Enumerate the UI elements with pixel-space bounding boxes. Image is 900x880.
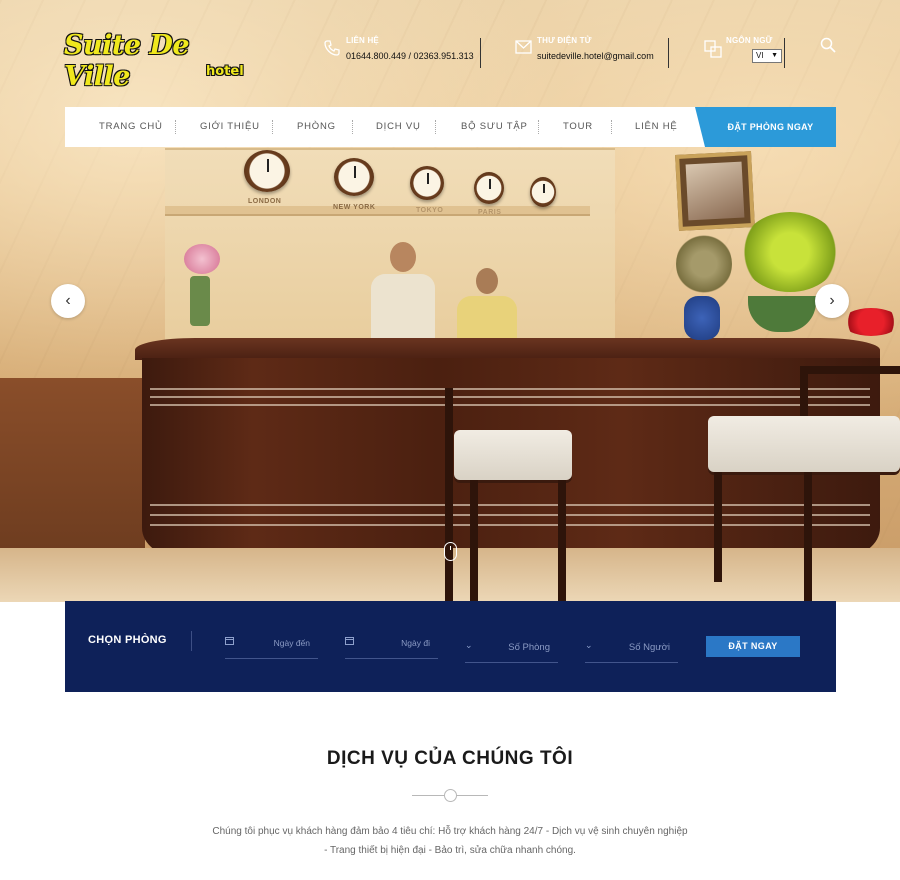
caret-down-icon: ▼ [771, 52, 778, 59]
contact-phone[interactable]: 01644.800.449 / 02363.951.313 [346, 51, 474, 61]
scroll-mouse-icon[interactable] [444, 542, 457, 561]
nav-item-rooms[interactable]: PHÒNG [297, 107, 336, 147]
divider-circle-icon [444, 789, 457, 802]
logo-subtext: hotel [206, 64, 244, 79]
email-address[interactable]: suitedeville.hotel@gmail.com [537, 51, 654, 61]
clock-label: LONDON [248, 198, 282, 205]
book-now-button[interactable]: ĐẶT NGAY [706, 636, 800, 657]
nav-item-about[interactable]: GIỚI THIỆU [200, 107, 260, 147]
calendar-icon [345, 636, 354, 647]
main-nav: TRANG CHỦ GIỚI THIỆU PHÒNG DỊCH VỤ BỘ SƯ… [65, 107, 836, 147]
checkin-field[interactable]: Ngày đến [225, 631, 318, 659]
left-flowers [184, 244, 220, 274]
slider-next-button[interactable]: › [815, 284, 849, 318]
services-description: Chúng tôi phục vụ khách hàng đảm bảo 4 t… [212, 826, 688, 856]
language-select[interactable]: VI ▼ [752, 49, 782, 63]
receptionist-male [368, 242, 438, 346]
nav-item-contact[interactable]: LIÊN HỆ [635, 107, 678, 147]
book-now-nav-button[interactable]: ĐẶT PHÒNG NGAY [695, 107, 836, 147]
language-label: NGÔN NGỮ [726, 36, 773, 45]
clock-label: PARIS [478, 209, 502, 216]
site-logo[interactable]: Suite De Ville hotel [64, 30, 244, 92]
checkin-placeholder: Ngày đến [273, 638, 310, 648]
language-value: VI [756, 51, 764, 60]
header-divider [480, 38, 481, 68]
clock-extra [530, 177, 556, 207]
rooms-placeholder: Số Phòng [508, 642, 550, 653]
logo-text: Suite De Ville [64, 30, 190, 92]
contact-info: LIÊN HỆ 01644.800.449 / 02363.951.313 [324, 36, 479, 68]
mail-icon [515, 40, 533, 58]
search-icon[interactable] [820, 37, 836, 53]
receptionist-female [455, 268, 519, 348]
bar-stool-right [700, 366, 900, 602]
checkout-placeholder: Ngày đi [401, 638, 430, 648]
booking-form: CHỌN PHÒNG Ngày đến Ngày đi ⌄ Số Phòng ⌄… [65, 601, 836, 692]
phone-icon [324, 40, 342, 58]
nav-item-tour[interactable]: TOUR [563, 107, 593, 147]
translate-icon [704, 40, 722, 58]
header-divider [784, 38, 785, 68]
nav-separator [611, 120, 612, 134]
booking-title: CHỌN PHÒNG [88, 634, 167, 646]
nav-separator [272, 120, 273, 134]
nav-separator [352, 120, 353, 134]
clock-paris [474, 172, 504, 204]
nav-separator [175, 120, 176, 134]
nav-separator [435, 120, 436, 134]
lavender-arrangement [676, 232, 732, 296]
nav-item-home[interactable]: TRANG CHỦ [99, 107, 163, 147]
guests-placeholder: Số Người [628, 642, 670, 653]
nav-item-gallery[interactable]: BỘ SƯU TẬP [461, 107, 528, 147]
nav-item-services[interactable]: DỊCH VỤ [376, 107, 421, 147]
wall-painting [675, 151, 755, 231]
nav-separator [538, 120, 539, 134]
email-info: THƯ ĐIỆN TỬ suitedeville.hotel@gmail.com [515, 36, 667, 68]
clock-london [244, 150, 290, 192]
booking-divider [191, 631, 192, 651]
red-roses [842, 308, 900, 336]
guests-select[interactable]: ⌄ Số Người [585, 635, 678, 663]
email-label: THƯ ĐIỆN TỬ [537, 36, 592, 45]
page: LONDON NEW YORK TOKYO PARIS ‹ › Suite De… [0, 0, 900, 880]
slider-prev-button[interactable]: ‹ [51, 284, 85, 318]
checkout-field[interactable]: Ngày đi [345, 631, 438, 659]
clock-shelf [165, 206, 590, 216]
services-title: DỊCH VỤ CỦA CHÚNG TÔI [326, 748, 574, 769]
clock-newyork [334, 158, 374, 196]
clock-tokyo [410, 166, 444, 200]
header-divider [668, 38, 669, 68]
chevron-down-icon: ⌄ [465, 640, 473, 650]
rooms-select[interactable]: ⌄ Số Phòng [465, 635, 558, 663]
blue-vase [684, 296, 720, 340]
clock-label: NEW YORK [333, 204, 376, 211]
reception-counter-top [135, 338, 880, 360]
chevron-down-icon: ⌄ [585, 640, 593, 650]
clock-label: TOKYO [416, 207, 444, 214]
orchid-arrangement [740, 212, 840, 292]
calendar-icon [225, 636, 234, 647]
contact-label: LIÊN HỆ [346, 36, 379, 45]
bar-stool-center [440, 388, 580, 602]
left-vase [190, 276, 210, 326]
